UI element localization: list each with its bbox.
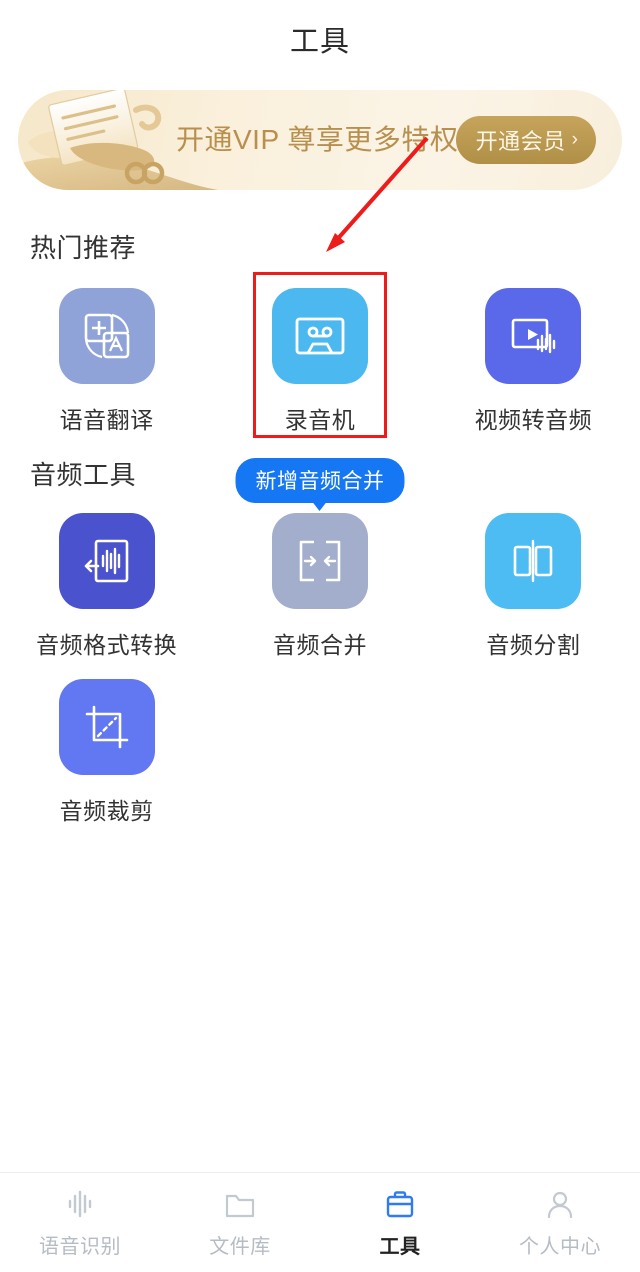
tab-tools[interactable]: 工具 — [320, 1173, 480, 1272]
tool-label: 语音翻译 — [59, 407, 154, 433]
tool-label: 录音机 — [284, 407, 356, 433]
tool-item-audio-crop[interactable]: 音频裁剪 — [0, 679, 213, 826]
cassette-recorder-icon — [271, 288, 368, 384]
tab-profile[interactable]: 个人中心 — [480, 1173, 640, 1272]
tool-grid-audio-row2: 音频裁剪 — [0, 679, 640, 826]
tool-item-voice-translate[interactable]: 语音翻译 — [0, 288, 213, 435]
grid-spacer — [213, 679, 426, 826]
vip-subscribe-button[interactable]: 开通会员 › — [455, 116, 596, 164]
chevron-right-icon: › — [571, 128, 578, 150]
tab-label: 工具 — [379, 1236, 421, 1258]
tab-label: 文件库 — [209, 1236, 271, 1258]
translate-icon — [58, 288, 155, 384]
audio-format-convert-icon — [58, 513, 155, 609]
briefcase-icon — [382, 1186, 418, 1222]
tab-file-library[interactable]: 文件库 — [160, 1173, 320, 1272]
video-to-audio-icon — [485, 288, 582, 384]
tool-item-audio-format-convert[interactable]: 音频格式转换 — [0, 513, 213, 660]
grid-spacer — [427, 679, 640, 826]
tools-screen: 工具 开通VIP 尊享更多特权 开通会员 › 热门推荐 语音翻译 录音机 视频转… — [0, 0, 640, 1272]
tool-item-audio-merge[interactable]: 新增音频合并 音频合并 — [213, 458, 426, 660]
new-feature-badge: 新增音频合并 — [235, 458, 405, 503]
audio-crop-icon — [58, 679, 155, 775]
tab-voice-recognition[interactable]: 语音识别 — [0, 1173, 160, 1272]
tool-grid-audio-row1: 音频格式转换 新增音频合并 音频合并 音频分割 — [0, 458, 640, 660]
tab-label: 语音识别 — [39, 1236, 121, 1258]
tool-label: 音频合并 — [272, 632, 367, 658]
waveform-icon — [62, 1186, 98, 1222]
folder-icon — [222, 1186, 258, 1222]
bottom-tab-bar: 语音识别 文件库 工具 个人中心 — [0, 1172, 640, 1272]
tool-item-audio-split[interactable]: 音频分割 — [427, 513, 640, 660]
badge-label: 新增音频合并 — [255, 470, 385, 493]
tool-item-recorder[interactable]: 录音机 — [213, 288, 426, 435]
page-header: 工具 — [0, 0, 640, 78]
tool-label: 视频转音频 — [474, 407, 593, 433]
audio-merge-icon — [271, 513, 368, 609]
page-title: 工具 — [289, 26, 350, 58]
tool-label: 音频分割 — [486, 632, 581, 658]
vip-banner[interactable]: 开通VIP 尊享更多特权 开通会员 › — [18, 90, 622, 190]
tool-item-video-to-audio[interactable]: 视频转音频 — [427, 288, 640, 435]
tool-label: 音频裁剪 — [59, 798, 154, 824]
tab-label: 个人中心 — [519, 1236, 601, 1258]
tool-label: 音频格式转换 — [36, 632, 178, 658]
section-title-hot: 热门推荐 — [30, 233, 137, 263]
section-title-audio: 音频工具 — [30, 460, 137, 490]
vip-banner-text: 开通VIP 尊享更多特权 — [176, 124, 459, 155]
tool-grid-hot: 语音翻译 录音机 视频转音频 — [0, 288, 640, 435]
person-icon — [542, 1186, 578, 1222]
vip-subscribe-label: 开通会员 — [475, 129, 566, 154]
audio-split-icon — [485, 513, 582, 609]
